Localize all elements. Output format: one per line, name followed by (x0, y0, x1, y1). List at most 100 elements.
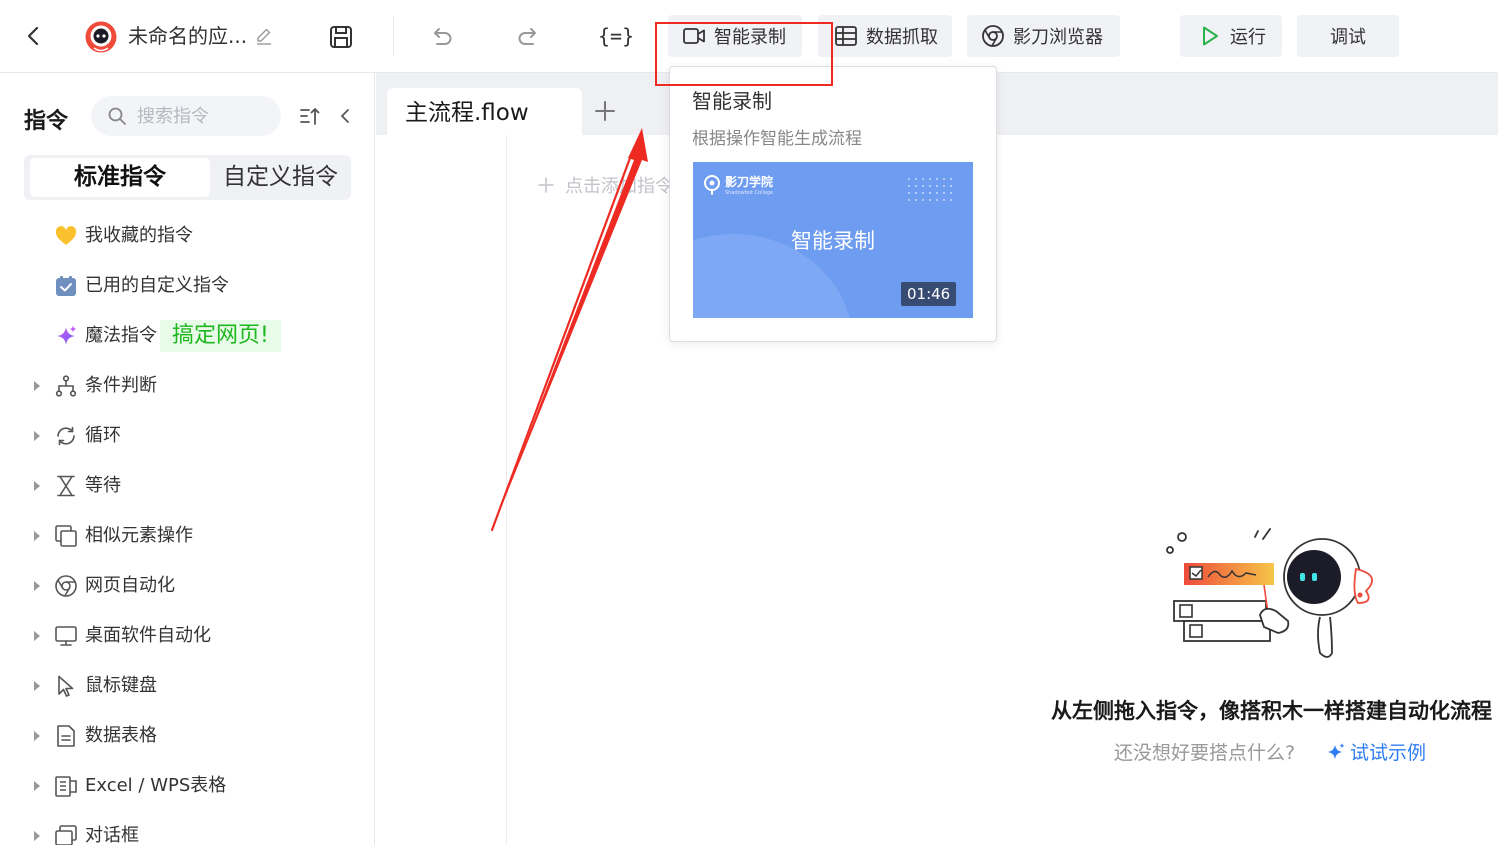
expand-arrow-icon[interactable] (32, 681, 42, 691)
run-button[interactable]: 运行 (1180, 15, 1282, 57)
sidebar-title: 指令 (24, 109, 69, 134)
expand-arrow-icon[interactable] (32, 831, 42, 841)
search-icon (108, 107, 126, 125)
sidebar-item-data-table[interactable]: 数据表格 (0, 711, 374, 761)
sidebar-item-label: 已用的自定义指令 (85, 275, 229, 296)
sidebar-item-similar-elements[interactable]: 相似元素操作 (0, 511, 374, 561)
data-scrape-button[interactable]: 数据抓取 (818, 15, 952, 57)
sidebar-item-magic[interactable]: 魔法指令 搞定网页! (0, 311, 374, 361)
video-title: 智能录制 (791, 229, 875, 253)
sort-icon[interactable] (298, 104, 322, 128)
data-scrape-label: 数据抓取 (866, 27, 938, 48)
tutorial-video-thumbnail[interactable]: 影刀学院 Shadowbot College 智能录制 01:46 (693, 162, 973, 318)
undo-icon[interactable] (428, 24, 454, 50)
tab-custom-commands[interactable]: 自定义指令 (210, 155, 351, 200)
sidebar-item-label: 我收藏的指令 (85, 225, 193, 246)
video-brand-name-en: Shadowbot College (725, 190, 774, 196)
sidebar-item-used-custom[interactable]: 已用的自定义指令 (0, 261, 374, 311)
smart-record-popup: 智能录制 根据操作智能生成流程 影刀学院 Shadowbot College 智… (669, 66, 997, 342)
tab-standard-commands[interactable]: 标准指令 (30, 158, 210, 197)
sparkle-icon (1328, 742, 1345, 759)
empty-state-title: 从左侧拖入指令，像搭积木一样搭建自动化流程 (1051, 699, 1492, 723)
try-example-link[interactable]: 试试示例 (1326, 738, 1426, 765)
video-duration: 01:46 (901, 282, 957, 306)
browser-icon (55, 575, 77, 597)
popup-title: 智能录制 (692, 89, 772, 113)
expand-arrow-icon[interactable] (32, 581, 42, 591)
collapse-sidebar-icon[interactable] (335, 104, 355, 128)
expand-arrow-icon[interactable] (32, 381, 42, 391)
variables-button[interactable]: {=} (598, 22, 634, 50)
brand-logo-icon (704, 175, 720, 195)
search-input[interactable] (137, 105, 267, 127)
monitor-icon (55, 626, 77, 646)
sidebar-item-label: Excel / WPS表格 (85, 775, 227, 796)
cursor-icon (58, 675, 74, 697)
sidebar-item-wait[interactable]: 等待 (0, 461, 374, 511)
branch-icon (55, 375, 77, 397)
sidebar-item-label: 魔法指令 (85, 325, 157, 346)
command-list: 我收藏的指令 已用的自定义指令 魔法指令 搞定网页! 条件判断 循环 等待 相似… (0, 211, 374, 845)
hourglass-icon (57, 475, 75, 497)
copy-stack-icon (55, 525, 77, 547)
expand-arrow-icon[interactable] (32, 531, 42, 541)
sidebar-item-web-automation[interactable]: 网页自动化 (0, 561, 374, 611)
empty-state-hint: 还没想好要搭点什么? (1114, 742, 1296, 764)
sidebar-item-label: 条件判断 (85, 375, 157, 396)
sidebar-item-label: 桌面软件自动化 (85, 625, 211, 646)
dialog-window-icon (55, 825, 77, 845)
annotation-arrow (490, 128, 648, 532)
expand-arrow-icon[interactable] (32, 781, 42, 791)
save-icon[interactable] (328, 24, 354, 50)
sidebar-item-conditions[interactable]: 条件判断 (0, 361, 374, 411)
toolbar-divider (393, 16, 394, 56)
sidebar-item-label: 鼠标键盘 (85, 675, 157, 696)
edit-pencil-icon[interactable] (254, 26, 274, 46)
debug-label: 调试 (1330, 27, 1366, 48)
app-title[interactable]: 未命名的应... (128, 22, 247, 50)
dot-grid-decoration (908, 178, 952, 201)
spreadsheet-icon (55, 776, 77, 797)
search-box[interactable] (91, 96, 281, 136)
sidebar-item-excel[interactable]: Excel / WPS表格 (0, 761, 374, 811)
sidebar-item-label: 网页自动化 (85, 575, 175, 596)
run-label: 运行 (1230, 27, 1266, 48)
sidebar-item-favorites[interactable]: 我收藏的指令 (0, 211, 374, 261)
sidebar-item-label: 对话框 (85, 825, 139, 845)
expand-arrow-icon[interactable] (32, 481, 42, 491)
expand-arrow-icon[interactable] (32, 431, 42, 441)
play-icon (1203, 26, 1218, 46)
sidebar-item-dialog[interactable]: 对话框 (0, 811, 374, 845)
video-brand-logo: 影刀学院 Shadowbot College (703, 175, 773, 197)
calendar-check-icon (56, 276, 76, 296)
popup-description: 根据操作智能生成流程 (692, 129, 862, 149)
expand-arrow-icon[interactable] (32, 631, 42, 641)
document-icon (57, 725, 75, 747)
heart-icon (55, 226, 77, 245)
browser-label: 影刀浏览器 (1013, 27, 1103, 48)
sidebar-item-label: 循环 (85, 425, 121, 446)
try-example-label: 试试示例 (1350, 742, 1427, 764)
expand-arrow-icon[interactable] (32, 731, 42, 741)
sidebar-item-label: 等待 (85, 475, 121, 496)
loop-icon (57, 426, 75, 446)
sidebar-item-label: 数据表格 (85, 725, 157, 746)
command-tabs: 标准指令 自定义指令 (24, 155, 351, 200)
sidebar-item-desktop-automation[interactable]: 桌面软件自动化 (0, 611, 374, 661)
video-brand-name: 影刀学院 (725, 175, 774, 189)
sidebar-item-loop[interactable]: 循环 (0, 411, 374, 461)
annotation-highlight-box (655, 22, 833, 86)
magic-promo-badge: 搞定网页! (160, 320, 281, 352)
app-logo-icon (85, 21, 117, 53)
sidebar-item-mouse-keyboard[interactable]: 鼠标键盘 (0, 661, 374, 711)
table-icon (835, 26, 857, 46)
back-arrow-icon[interactable] (20, 22, 46, 50)
sidebar-item-label: 相似元素操作 (85, 525, 193, 546)
sparkle-icon (57, 325, 77, 345)
debug-button[interactable]: 调试 (1297, 15, 1399, 57)
browser-icon (982, 25, 1004, 47)
redo-icon[interactable] (516, 24, 542, 50)
browser-button[interactable]: 影刀浏览器 (967, 15, 1120, 57)
robot-illustration (1166, 528, 1373, 658)
command-sidebar: 指令 标准指令 自定义指令 我收藏的指令 (0, 73, 375, 845)
